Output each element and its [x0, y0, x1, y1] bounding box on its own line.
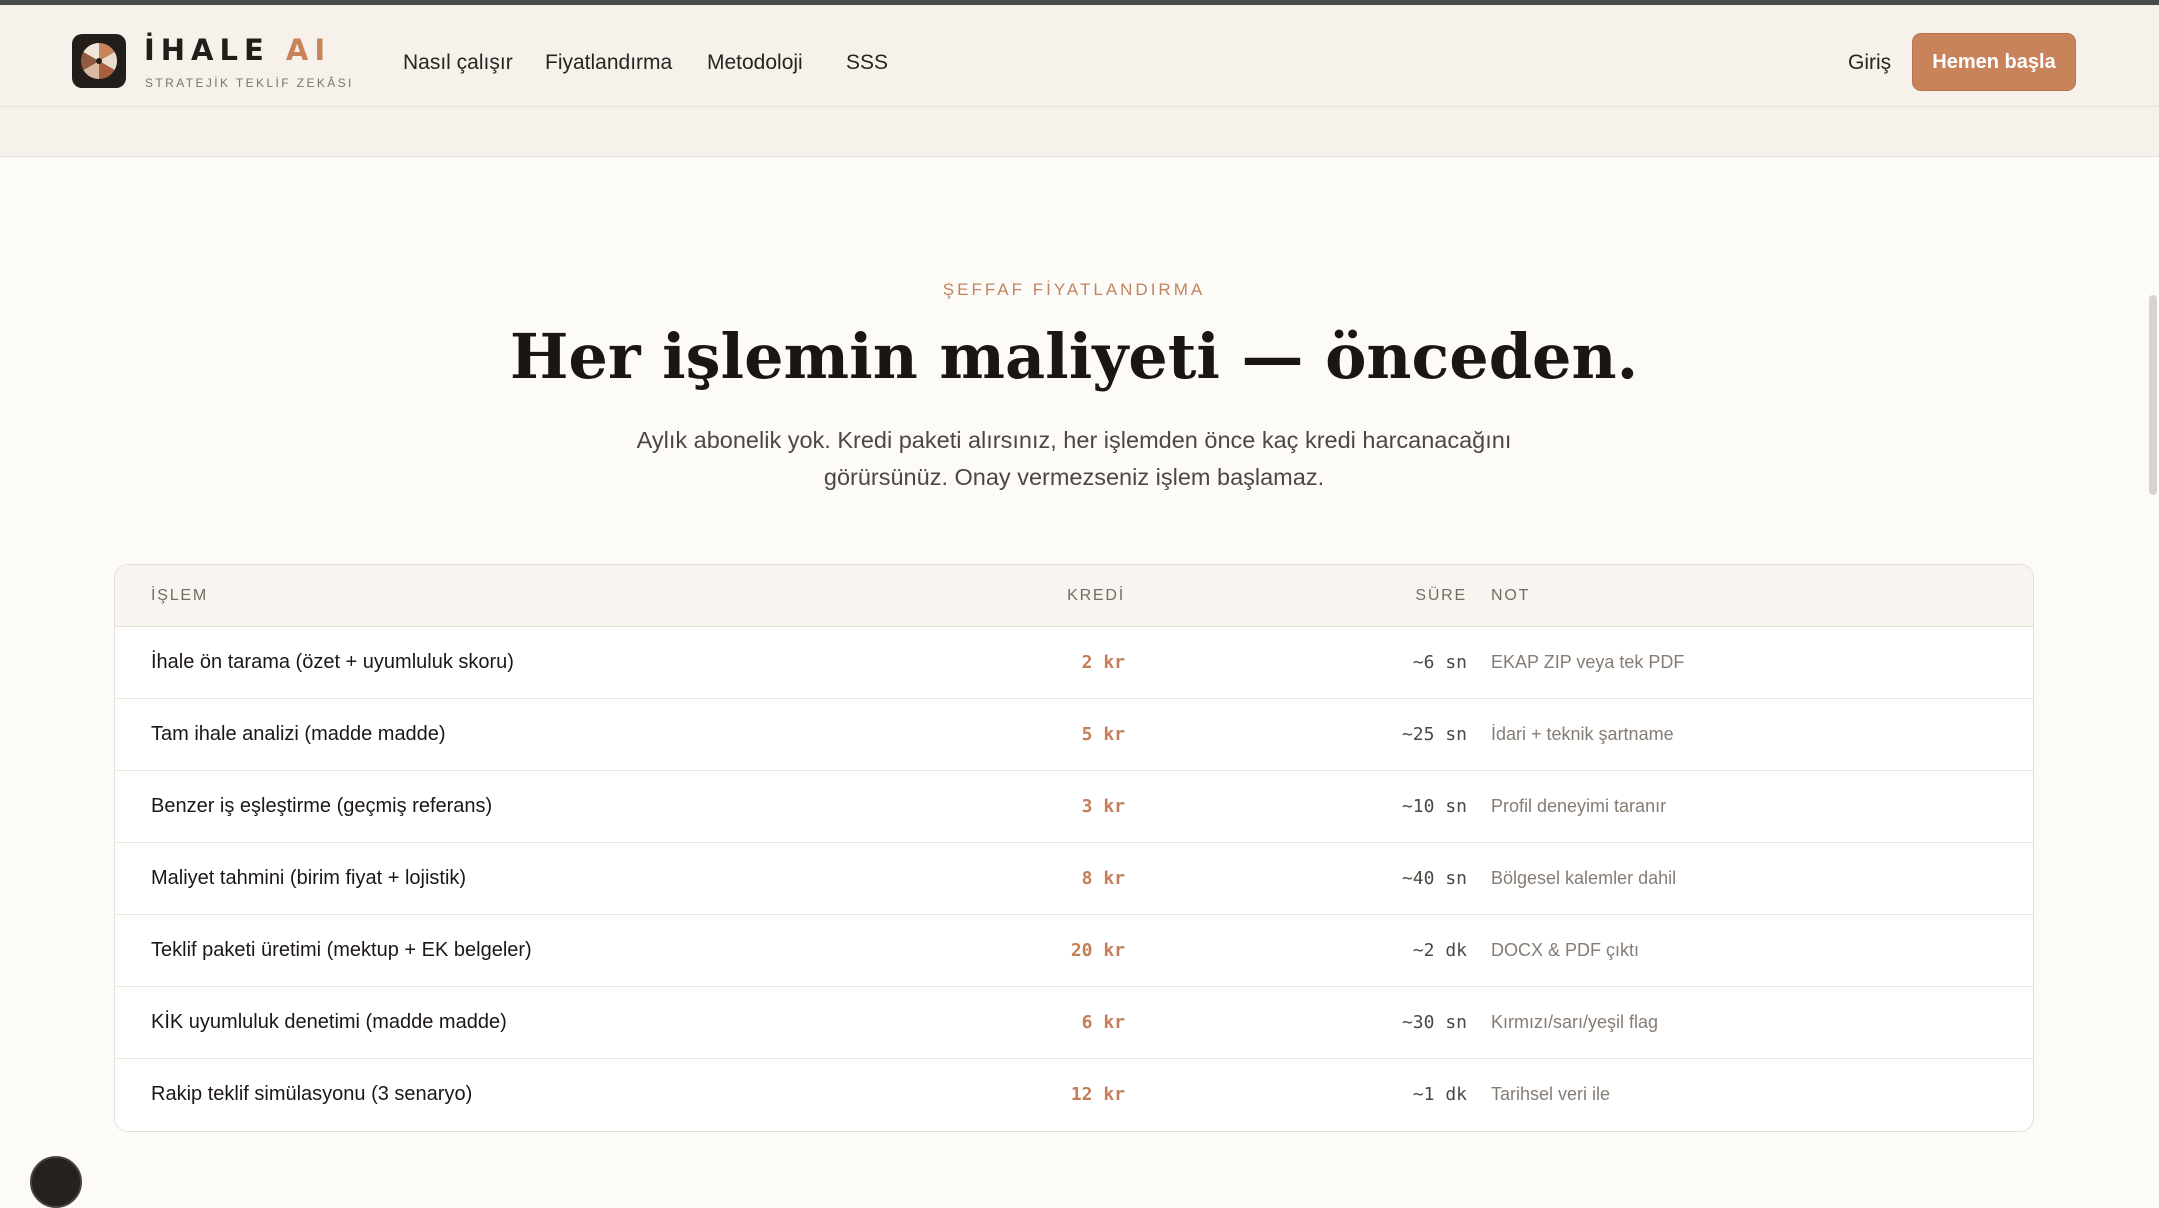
operation-cell: Maliyet tahmini (birim fiyat + lojistik)	[151, 867, 467, 889]
nav-link-how-it-works[interactable]: Nasıl çalışır	[403, 51, 513, 75]
column-header-note: NOT	[1491, 587, 1531, 604]
column-header-duration: SÜRE	[1415, 587, 1467, 604]
table-row: Benzer iş eşleştirme (geçmiş referans) 3…	[115, 771, 2033, 843]
credit-cell: 3 kr	[1081, 796, 1125, 817]
nav-link-methodology[interactable]: Metodoloji	[707, 51, 803, 75]
credit-cell: 2 kr	[1081, 652, 1125, 673]
operation-cell: KİK uyumluluk denetimi (madde madde)	[151, 1011, 507, 1033]
credit-cell: 20 kr	[1070, 940, 1125, 961]
floating-widget-button[interactable]	[30, 1156, 82, 1208]
operation-cell: İhale ön tarama (özet + uyumluluk skoru)	[151, 651, 514, 673]
operation-cell: Tam ihale analizi (madde madde)	[151, 723, 446, 745]
duration-cell: ~40 sn	[1401, 868, 1467, 889]
note-cell: İdari + teknik şartname	[1491, 724, 1674, 744]
duration-cell: ~25 sn	[1401, 724, 1467, 745]
duration-cell: ~2 dk	[1412, 940, 1467, 961]
pricing-table: İŞLEM KREDİ SÜRE NOT İhale ön tarama (öz…	[114, 564, 2034, 1132]
brand-tagline: STRATEJİK TEKLİF ZEKÂSI	[145, 76, 354, 90]
nav-link-pricing[interactable]: Fiyatlandırma	[545, 51, 672, 75]
note-cell: DOCX & PDF çıktı	[1491, 940, 1640, 960]
note-cell: EKAP ZIP veya tek PDF	[1491, 652, 1685, 672]
page-scrollbar-thumb[interactable]	[2149, 295, 2157, 495]
column-header-credit: KREDİ	[1067, 587, 1125, 604]
operation-cell: Benzer iş eşleştirme (geçmiş referans)	[151, 795, 493, 817]
operation-cell: Rakip teklif simülasyonu (3 senaryo)	[151, 1083, 473, 1105]
note-cell: Kırmızı/sarı/yeşil flag	[1491, 1012, 1659, 1032]
table-row: İhale ön tarama (özet + uyumluluk skoru)…	[115, 627, 2033, 699]
note-cell: Bölgesel kalemler dahil	[1491, 868, 1677, 888]
header-sub-band	[0, 107, 2159, 157]
duration-cell: ~10 sn	[1401, 796, 1467, 817]
note-cell: Tarihsel veri ile	[1491, 1084, 1611, 1104]
table-header: İŞLEM KREDİ SÜRE NOT	[115, 565, 2033, 627]
brand-name-main: İHALE	[144, 33, 270, 67]
fan-logo-icon[interactable]	[72, 34, 126, 88]
operation-cell: Teklif paketi üretimi (mektup + EK belge…	[151, 939, 532, 961]
credit-cell: 12 kr	[1070, 1084, 1125, 1105]
table-row: KİK uyumluluk denetimi (madde madde) 6 k…	[115, 987, 2033, 1059]
credit-cell: 5 kr	[1081, 724, 1125, 745]
duration-cell: ~30 sn	[1401, 1012, 1467, 1033]
nav-link-faq[interactable]: SSS	[846, 51, 888, 75]
section-eyebrow: ŞEFFAF FİYATLANDIRMA	[942, 280, 1206, 299]
brand-name-accent: AI	[285, 33, 332, 67]
table-row: Teklif paketi üretimi (mektup + EK belge…	[115, 915, 2033, 987]
table-row: Tam ihale analizi (madde madde) 5 kr ~25…	[115, 699, 2033, 771]
credit-cell: 6 kr	[1081, 1012, 1125, 1033]
duration-cell: ~6 sn	[1412, 652, 1467, 673]
column-header-operation: İŞLEM	[151, 587, 209, 604]
site-header: İHALE AI STRATEJİK TEKLİF ZEKÂSI Nasıl ç…	[0, 5, 2159, 107]
table-row: Maliyet tahmini (birim fiyat + lojistik)…	[115, 843, 2033, 915]
section-subtitle: Aylık abonelik yok. Kredi paketi alırsın…	[636, 427, 1512, 490]
note-cell: Profil deneyimi taranır	[1491, 796, 1667, 816]
table-row: Rakip teklif simülasyonu (3 senaryo) 12 …	[115, 1059, 2033, 1131]
login-link[interactable]: Giriş	[1848, 51, 1891, 75]
get-started-button[interactable]: Hemen başla	[1912, 33, 2076, 91]
credit-cell: 8 kr	[1081, 868, 1125, 889]
brand-name[interactable]: İHALE AI	[144, 33, 331, 67]
duration-cell: ~1 dk	[1412, 1084, 1467, 1105]
section-title: Her işlemin maliyeti — önceden.	[509, 320, 1639, 393]
